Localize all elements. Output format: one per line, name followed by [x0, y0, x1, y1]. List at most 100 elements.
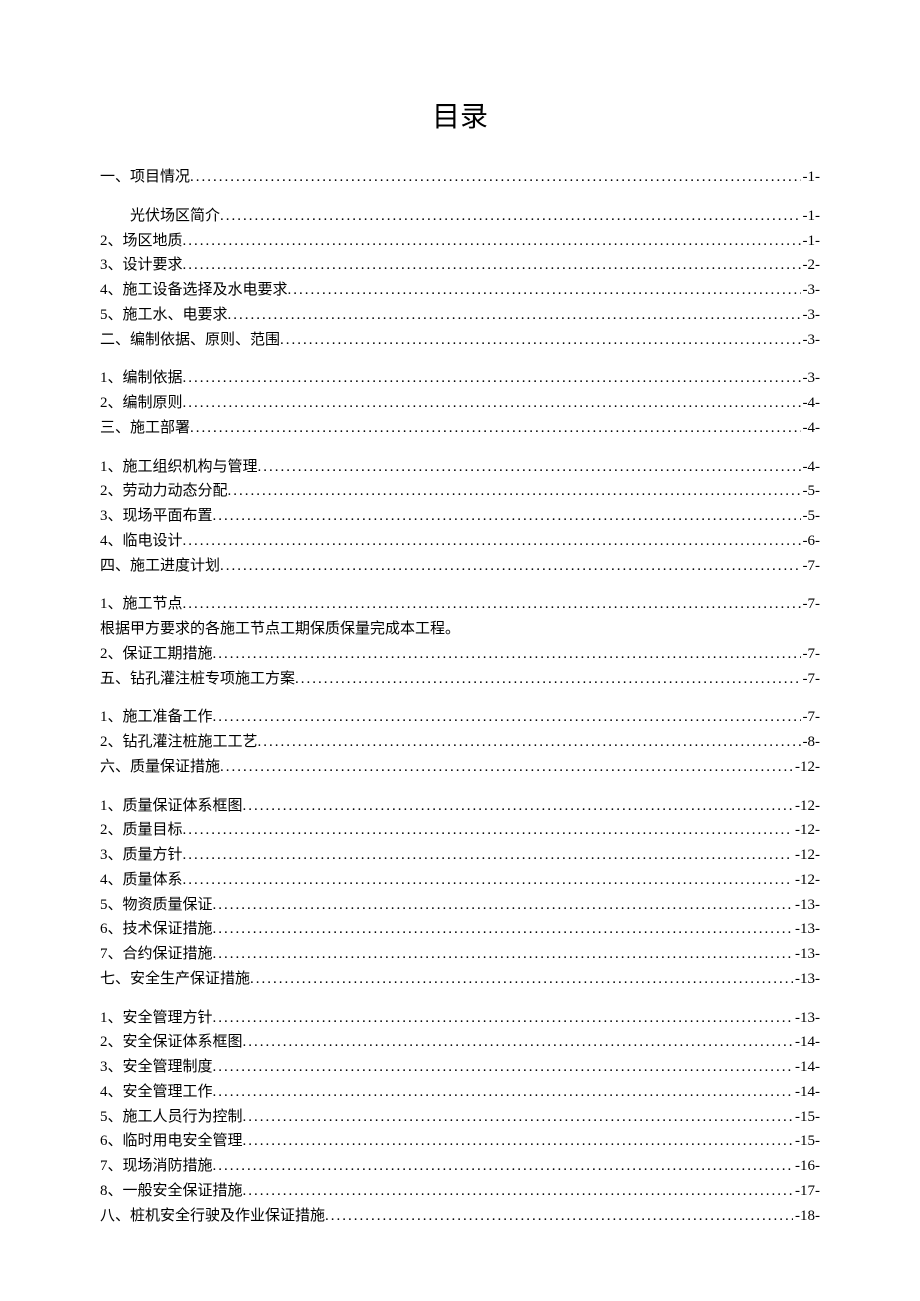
toc-leader — [243, 794, 793, 819]
toc-leader — [243, 1030, 793, 1055]
toc-entry-page: -12- — [793, 755, 820, 780]
toc-leader — [213, 1006, 793, 1031]
toc-entry-page: -16- — [793, 1154, 820, 1179]
toc-entry-page: -2- — [801, 253, 821, 278]
toc-entry: 2、质量目标 -12- — [100, 818, 820, 843]
toc-entry-page: -15- — [793, 1129, 820, 1154]
toc-entry-label: 1、施工准备工作 — [100, 705, 213, 730]
toc-entry-page: -3- — [801, 328, 821, 353]
toc-entry: 6、临时用电安全管理-15- — [100, 1129, 820, 1154]
toc-entry-page: -17- — [793, 1179, 820, 1204]
toc-entry-label: 5、施工水、电要求 — [100, 303, 228, 328]
toc-entry: 7、现场消防措施 -16- — [100, 1154, 820, 1179]
toc-entry-label: 1、质量保证体系框图 — [100, 794, 243, 819]
document-title: 目录 — [100, 95, 820, 135]
toc-entry: 2、钻孔灌注桩施工工艺-8- — [100, 730, 820, 755]
toc-leader — [258, 730, 801, 755]
toc-entry-label: 2、保证工期措施 — [100, 642, 213, 667]
toc-leader — [213, 705, 801, 730]
toc-entry: 8、一般安全保证措施-17- — [100, 1179, 820, 1204]
toc-entry: 2、场区地质-1- — [100, 229, 820, 254]
toc-leader — [183, 529, 801, 554]
toc-entry-page: -12- — [793, 868, 820, 893]
toc-leader — [460, 617, 818, 642]
toc-entry-label: 根据甲方要求的各施工节点工期保质保量完成本工程。 — [100, 617, 460, 642]
toc-entry-label: 5、施工人员行为控制 — [100, 1105, 243, 1130]
toc-entry-page: -1- — [801, 165, 821, 190]
toc-entry: 3、设计要求 -2- — [100, 253, 820, 278]
toc-leader — [183, 818, 793, 843]
toc-leader — [183, 229, 801, 254]
toc-entry: 1、施工组织机构与管理-4- — [100, 455, 820, 480]
toc-entry-page: -18- — [793, 1204, 820, 1229]
toc-entry: 3、安全管理制度-14- — [100, 1055, 820, 1080]
toc-entry: 2、安全保证体系框图-14- — [100, 1030, 820, 1055]
toc-entry-page: -13- — [793, 1006, 820, 1031]
toc-entry: 7、合约保证措施-13- — [100, 942, 820, 967]
toc-leader — [190, 165, 800, 190]
toc-entry-page: -12- — [793, 843, 820, 868]
toc-entry-page: -15- — [793, 1105, 820, 1130]
toc-entry-label: 2、安全保证体系框图 — [100, 1030, 243, 1055]
toc-entry-page: -3- — [801, 303, 821, 328]
toc-entry: 光伏场区简介 -1- — [100, 204, 820, 229]
toc-entry-label: 2、质量目标 — [100, 818, 183, 843]
toc-entry: 四、施工进度计划-7- — [100, 554, 820, 579]
toc-entry-label: 7、合约保证措施 — [100, 942, 213, 967]
toc-entry-page: -5- — [801, 479, 821, 504]
toc-entry-page: -13- — [793, 967, 820, 992]
toc-entry: 6、技术保证措施-13- — [100, 917, 820, 942]
toc-entry: 2、保证工期措施 -7- — [100, 642, 820, 667]
toc-entry: 七、安全生产保证措施-13- — [100, 967, 820, 992]
toc-entry: 4、施工设备选择及水电要求-3- — [100, 278, 820, 303]
toc-leader — [213, 893, 793, 918]
toc-entry: 1、安全管理方针 -13- — [100, 1006, 820, 1031]
toc-entry-label: 三、施工部署 — [100, 416, 190, 441]
toc-entry-label: 一、项目情况 — [100, 165, 190, 190]
toc-leader — [220, 554, 800, 579]
toc-entry-label: 1、安全管理方针 — [100, 1006, 213, 1031]
toc-leader — [213, 917, 793, 942]
toc-entry-page: -1- — [801, 204, 821, 229]
toc-entry-page: -7- — [801, 705, 821, 730]
toc-entry: 1、施工节点-7- — [100, 592, 820, 617]
toc-entry-page: -4- — [801, 416, 821, 441]
toc-entry: 六、质量保证措施-12- — [100, 755, 820, 780]
toc-leader — [213, 942, 793, 967]
toc-entry-page: -12- — [793, 818, 820, 843]
toc-entry-page: -5- — [801, 504, 821, 529]
toc-entry: 4、安全管理工作-14- — [100, 1080, 820, 1105]
toc-entry-page: -7- — [801, 667, 821, 692]
toc-entry-page: -1- — [801, 229, 821, 254]
toc-leader — [250, 967, 793, 992]
toc-entry-label: 1、施工节点 — [100, 592, 183, 617]
toc-entry-label: 3、现场平面布置 — [100, 504, 213, 529]
toc-entry-label: 4、临电设计 — [100, 529, 183, 554]
toc-entry: 五、钻孔灌注桩专项施工方案-7- — [100, 667, 820, 692]
toc-entry-label: 4、安全管理工作 — [100, 1080, 213, 1105]
toc-entry-page: -8- — [801, 730, 821, 755]
toc-entry: 三、施工部署 -4- — [100, 416, 820, 441]
toc-entry: 5、物资质量保证-13- — [100, 893, 820, 918]
toc-entry: 2、编制原则-4- — [100, 391, 820, 416]
toc-entry-label: 7、现场消防措施 — [100, 1154, 213, 1179]
toc-entry: 3、质量方针-12- — [100, 843, 820, 868]
toc-leader — [243, 1105, 793, 1130]
toc-entry-label: 3、设计要求 — [100, 253, 183, 278]
toc-leader — [258, 455, 801, 480]
toc-entry-page: -7- — [801, 642, 821, 667]
toc-entry-label: 八、桩机安全行驶及作业保证措施 — [100, 1204, 325, 1229]
toc-entry-page: -3- — [801, 278, 821, 303]
toc-entry: 根据甲方要求的各施工节点工期保质保量完成本工程。 — [100, 617, 820, 642]
toc-entry-page: -13- — [793, 893, 820, 918]
toc-leader — [190, 416, 800, 441]
toc-entry: 二、编制依据、原则、范围-3- — [100, 328, 820, 353]
toc-entry: 5、施工水、电要求 -3- — [100, 303, 820, 328]
toc-entry: 一、项目情况 -1- — [100, 165, 820, 190]
toc-leader — [243, 1129, 793, 1154]
toc-entry-label: 四、施工进度计划 — [100, 554, 220, 579]
toc-entry-label: 光伏场区简介 — [100, 204, 220, 229]
toc-entry-page: -4- — [801, 455, 821, 480]
toc-entry: 3、现场平面布置 -5- — [100, 504, 820, 529]
toc-leader — [213, 504, 801, 529]
